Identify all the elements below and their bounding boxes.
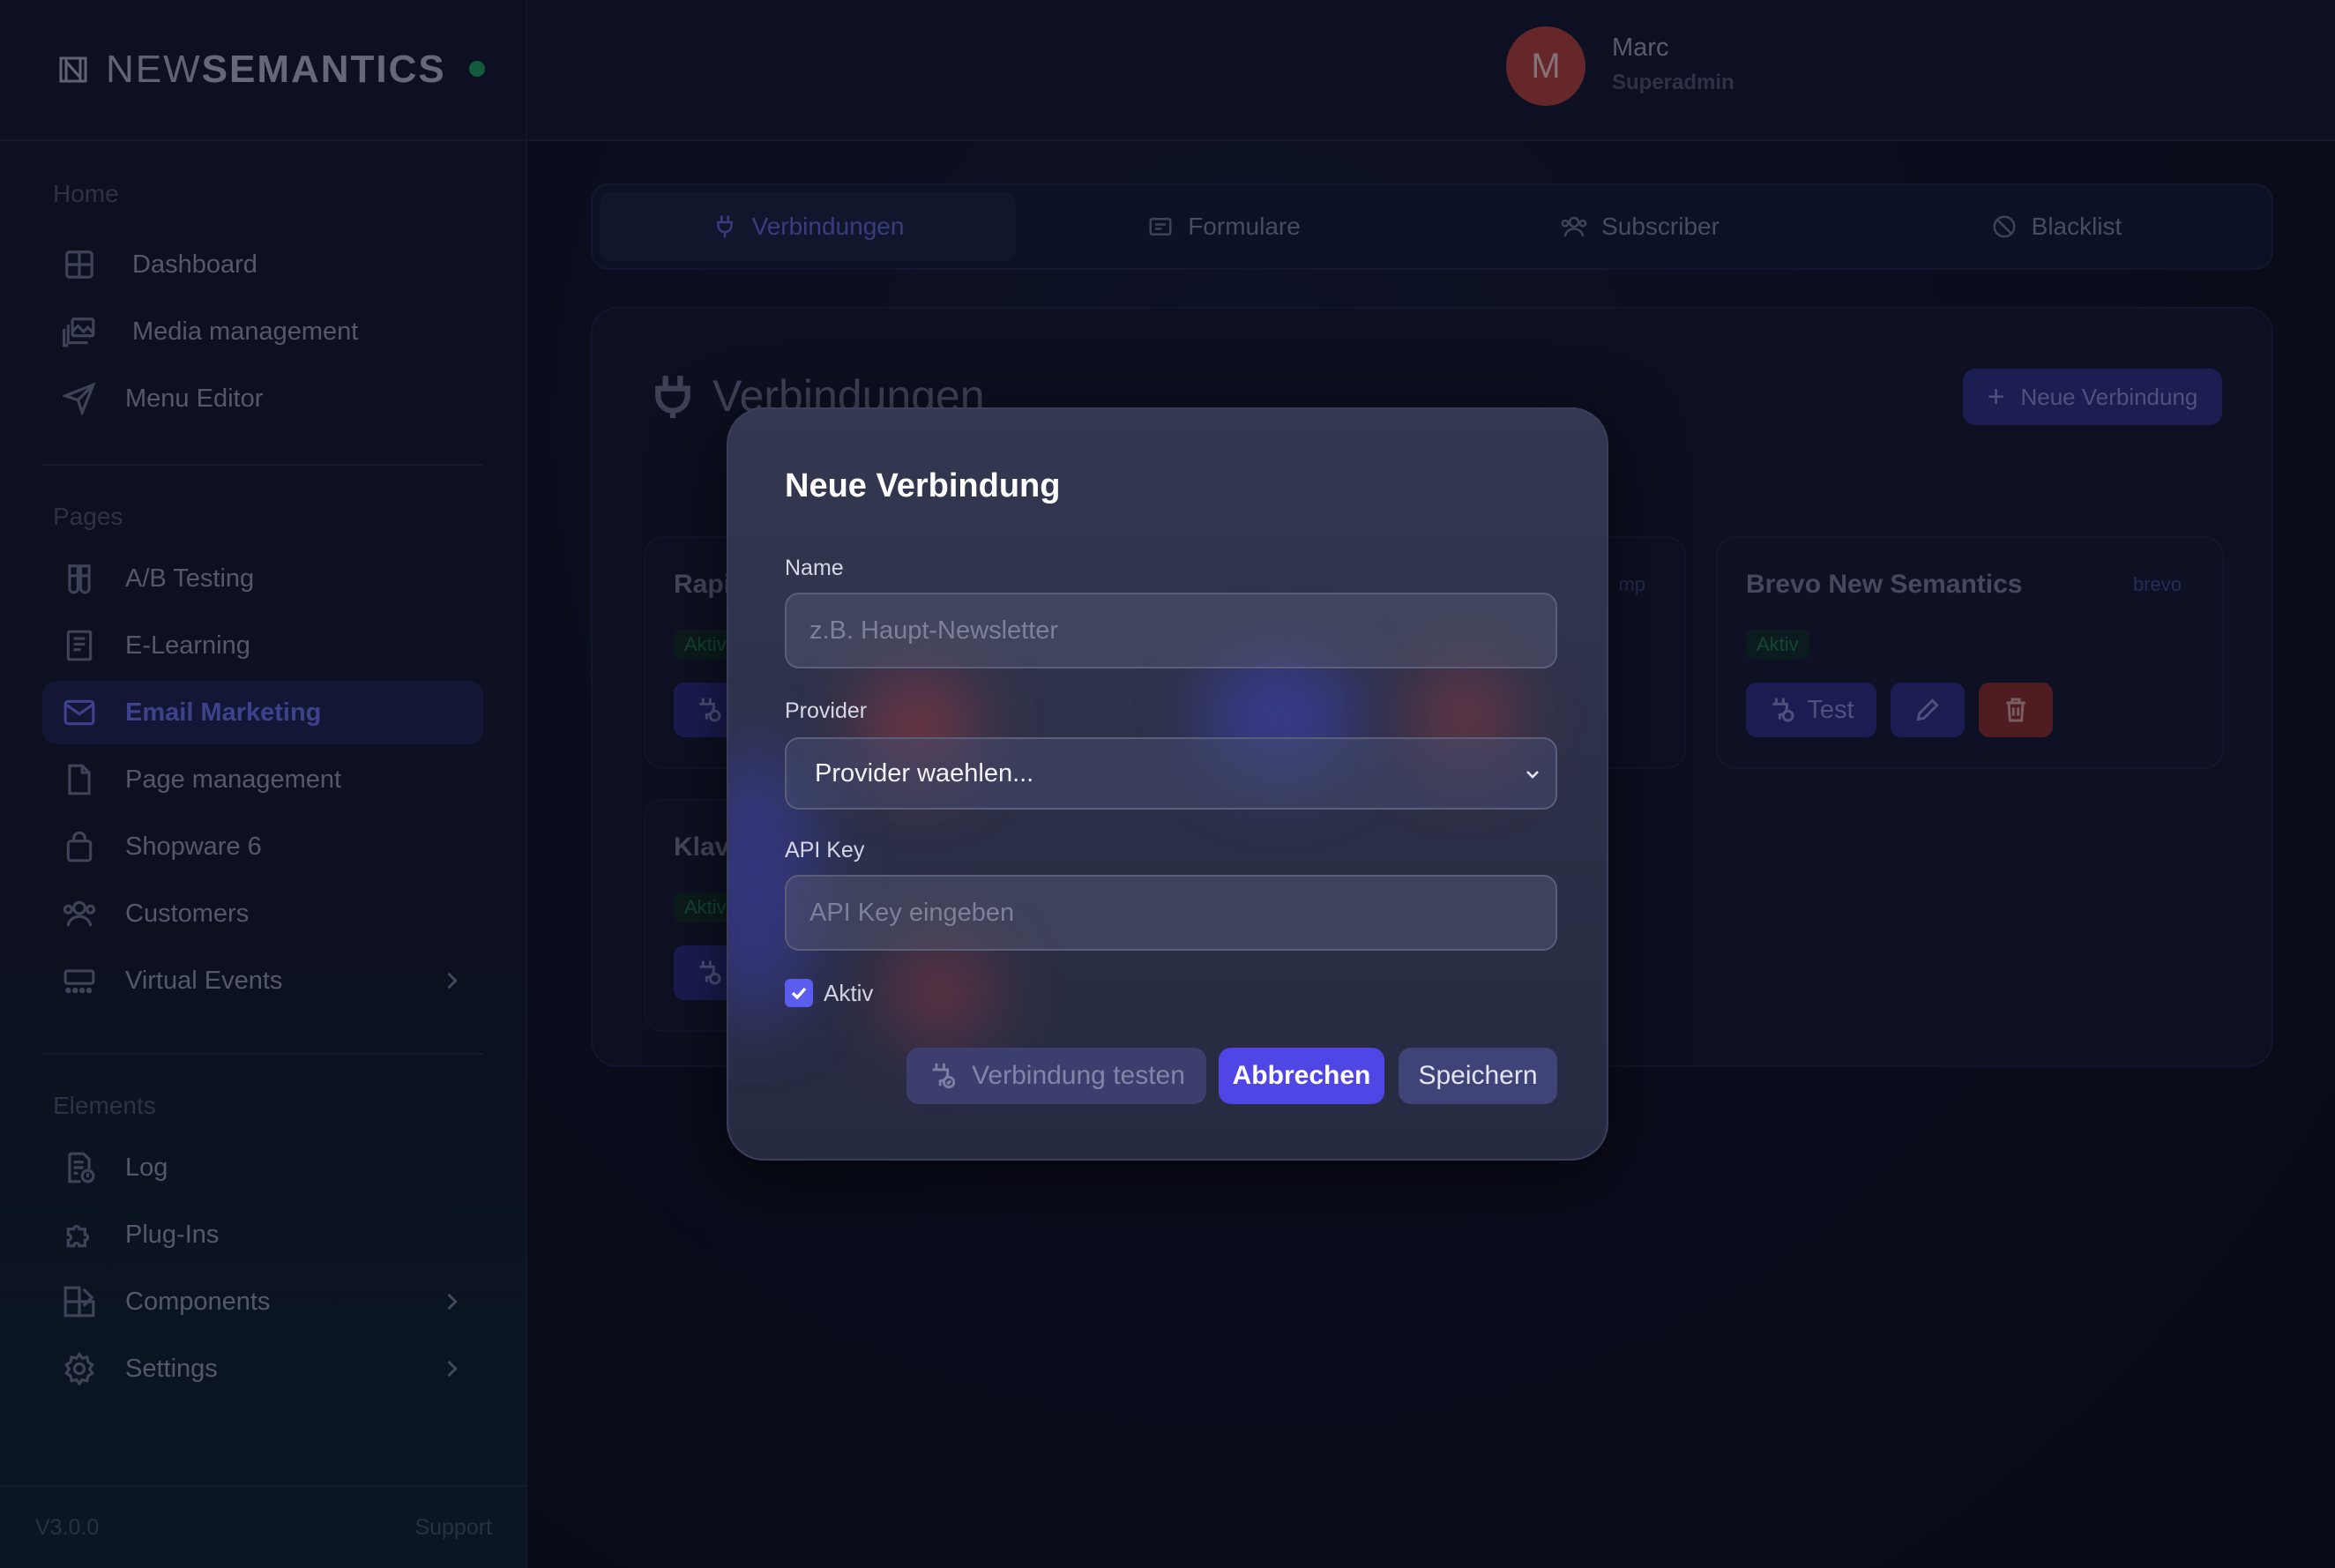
new-connection-modal: Neue Verbindung Name Provider Provider w… xyxy=(727,407,1608,1161)
active-checkbox[interactable] xyxy=(785,979,813,1007)
check-icon xyxy=(791,987,807,1000)
cancel-button[interactable]: Abbrechen xyxy=(1219,1048,1384,1104)
test-connection-button[interactable]: Verbindung testen xyxy=(906,1048,1206,1104)
active-checkbox-label: Aktiv xyxy=(824,979,874,1006)
provider-select-value: Provider waehlen... xyxy=(815,758,1034,788)
test-connection-label: Verbindung testen xyxy=(972,1061,1185,1090)
modal-title: Neue Verbindung xyxy=(785,467,1061,504)
save-button[interactable]: Speichern xyxy=(1399,1048,1557,1104)
modal-glow xyxy=(887,938,993,1044)
plug-check-icon xyxy=(932,1063,956,1089)
apikey-input[interactable] xyxy=(785,875,1557,951)
name-input[interactable] xyxy=(785,593,1557,668)
provider-select[interactable]: Provider waehlen... xyxy=(785,737,1557,810)
chevron-down-icon xyxy=(1522,763,1543,784)
provider-label: Provider xyxy=(785,698,868,723)
apikey-label: API Key xyxy=(785,838,865,862)
name-label: Name xyxy=(785,556,844,580)
active-checkbox-row[interactable]: Aktiv xyxy=(785,979,873,1007)
